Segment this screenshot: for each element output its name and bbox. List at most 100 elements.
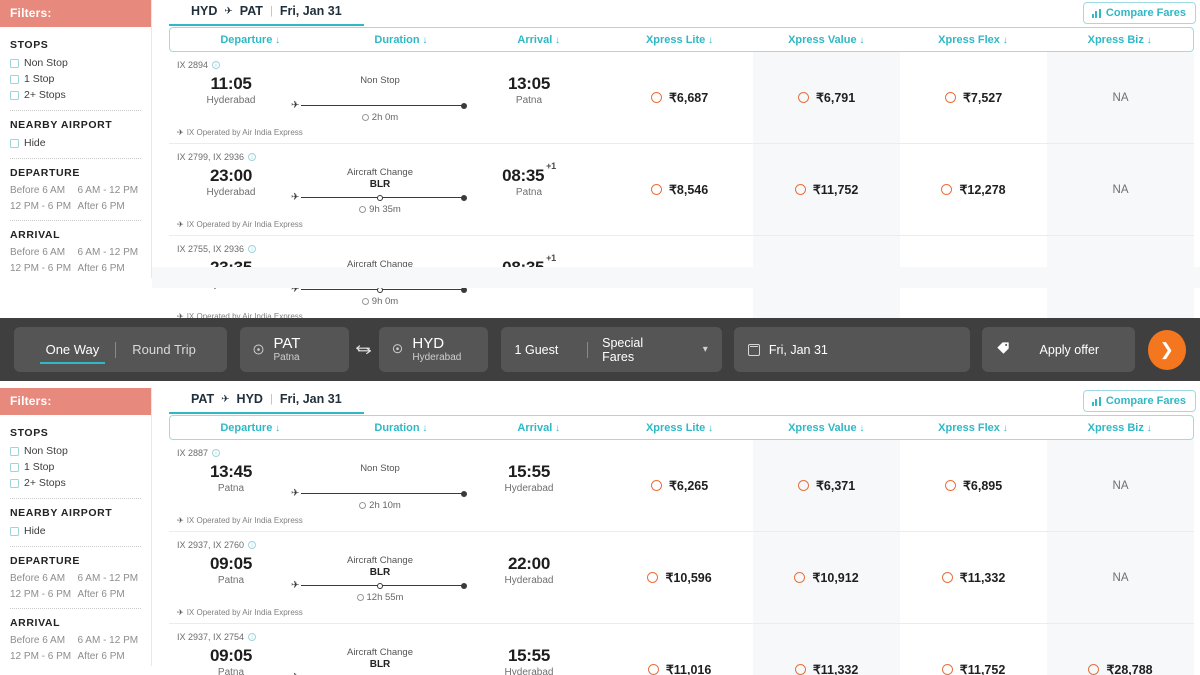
fare-radio-icon[interactable] [651,184,662,195]
fare-cell-3[interactable]: ₹28,788 [1047,624,1194,675]
filter-option-stops-0[interactable]: Non Stop [10,445,141,458]
fare-radio-icon[interactable] [647,572,658,583]
checkbox-icon[interactable] [10,75,19,84]
filter-time-option[interactable]: 12 PM - 6 PM [10,263,74,274]
info-icon[interactable]: i [248,541,256,549]
column-header-duration[interactable]: Duration ↓ [330,422,471,434]
fare-radio-icon[interactable] [651,92,662,103]
destination-field[interactable]: HYD Hyderabad [379,327,487,372]
filter-time-option[interactable]: Before 6 AM [10,635,74,646]
fare-cell-2[interactable]: ₹6,895 [900,440,1047,531]
fare-radio-icon[interactable] [942,664,953,675]
table-row[interactable]: IX 2887i13:45PatnaNon Stop ✈2h 10m15:55H… [169,440,1194,532]
filter-time-option[interactable]: 12 PM - 6 PM [10,201,74,212]
column-header-xpress-flex[interactable]: Xpress Flex ↓ [900,34,1047,46]
checkbox-icon[interactable] [10,463,19,472]
trip-type-round-trip[interactable]: Round Trip [116,342,212,357]
filter-time-option[interactable]: 12 PM - 6 PM [10,651,74,662]
info-icon[interactable]: i [212,449,220,457]
table-row[interactable]: IX 2894i11:05HyderabadNon Stop ✈2h 0m13:… [169,52,1194,144]
fare-cell-2[interactable]: ₹11,752 [900,624,1047,675]
info-icon[interactable]: i [248,153,256,161]
fare-cell-2[interactable]: ₹7,527 [900,52,1047,143]
fare-cell-0[interactable]: ₹6,687 [606,52,753,143]
column-header-xpress-lite[interactable]: Xpress Lite ↓ [606,422,753,434]
origin-field[interactable]: PAT Patna [240,327,348,372]
filter-time-option[interactable]: After 6 PM [78,201,142,212]
swap-button[interactable] [349,327,380,372]
filter-option-stops-1[interactable]: 1 Stop [10,461,141,474]
fare-cell-1[interactable]: ₹11,332 [753,624,900,675]
checkbox-icon[interactable] [10,527,19,536]
column-header-xpress-value[interactable]: Xpress Value ↓ [753,34,900,46]
filter-time-option[interactable]: After 6 PM [78,651,142,662]
fare-radio-icon[interactable] [795,184,806,195]
column-header-arrival[interactable]: Arrival ↓ [471,34,606,46]
search-button[interactable]: ❯ [1148,330,1186,370]
fare-cell-2[interactable]: ₹12,278 [900,144,1047,235]
fare-radio-icon[interactable] [648,664,659,675]
filter-time-option[interactable]: Before 6 AM [10,247,74,258]
checkbox-icon[interactable] [10,59,19,68]
fare-cell-1[interactable]: ₹6,791 [753,52,900,143]
fare-radio-icon[interactable] [945,480,956,491]
filter-time-option[interactable]: Before 6 AM [10,573,74,584]
column-header-departure[interactable]: Departure ↓ [170,34,330,46]
filter-option-nearby-0[interactable]: Hide [10,525,141,538]
compare-fares-button[interactable]: Compare Fares [1083,2,1196,24]
fare-radio-icon[interactable] [1088,664,1099,675]
trip-type-one-way[interactable]: One Way [30,342,116,357]
fare-radio-icon[interactable] [945,92,956,103]
filter-option-stops-2[interactable]: 2+ Stops [10,89,141,102]
column-header-xpress-lite[interactable]: Xpress Lite ↓ [606,34,753,46]
fare-radio-icon[interactable] [795,664,806,675]
special-fares-label[interactable]: Special Fares [602,336,667,364]
checkbox-icon[interactable] [10,479,19,488]
fare-radio-icon[interactable] [941,184,952,195]
route-tab[interactable]: HYD✈PAT|Fri, Jan 31 [169,0,364,26]
filter-option-stops-0[interactable]: Non Stop [10,57,141,70]
info-icon[interactable]: i [248,633,256,641]
filter-option-nearby-0[interactable]: Hide [10,137,141,150]
column-header-arrival[interactable]: Arrival ↓ [471,422,606,434]
checkbox-icon[interactable] [10,139,19,148]
table-row[interactable]: IX 2937, IX 2760i09:05PatnaAircraft Chan… [169,532,1194,624]
guests-and-fares-field[interactable]: 1 Guest Special Fares ▾ [501,327,722,372]
filter-time-option[interactable]: Before 6 AM [10,185,74,196]
filter-time-option[interactable]: After 6 PM [78,589,142,600]
fare-cell-0[interactable]: ₹6,265 [606,440,753,531]
date-field[interactable]: Fri, Jan 31 [734,327,970,372]
info-icon[interactable]: i [212,61,220,69]
fare-radio-icon[interactable] [942,572,953,583]
column-header-duration[interactable]: Duration ↓ [330,34,471,46]
filter-time-option[interactable]: 12 PM - 6 PM [10,589,74,600]
fare-cell-1[interactable]: ₹6,371 [753,440,900,531]
compare-fares-button[interactable]: Compare Fares [1083,390,1196,412]
column-header-departure[interactable]: Departure ↓ [170,422,330,434]
fare-cell-1[interactable]: ₹11,752 [753,144,900,235]
column-header-xpress-flex[interactable]: Xpress Flex ↓ [900,422,1047,434]
route-tab[interactable]: PAT✈HYD|Fri, Jan 31 [169,388,364,414]
fare-cell-0[interactable]: ₹10,596 [606,532,753,623]
chevron-down-icon[interactable]: ▾ [703,344,708,355]
filter-time-option[interactable]: 6 AM - 12 PM [78,573,142,584]
fare-radio-icon[interactable] [798,480,809,491]
filter-time-option[interactable]: After 6 PM [78,263,142,274]
checkbox-icon[interactable] [10,447,19,456]
filter-time-option[interactable]: 6 AM - 12 PM [78,247,142,258]
column-header-xpress-biz[interactable]: Xpress Biz ↓ [1046,422,1193,434]
filter-time-option[interactable]: 6 AM - 12 PM [78,635,142,646]
info-icon[interactable]: i [248,245,256,253]
fare-radio-icon[interactable] [798,92,809,103]
table-row[interactable]: IX 2799, IX 2936i23:00HyderabadAircraft … [169,144,1194,236]
apply-offer-field[interactable]: Apply offer [982,327,1135,372]
filter-option-stops-1[interactable]: 1 Stop [10,73,141,86]
filter-time-option[interactable]: 6 AM - 12 PM [78,185,142,196]
fare-cell-2[interactable]: ₹11,332 [900,532,1047,623]
fare-cell-0[interactable]: ₹11,016 [606,624,753,675]
column-header-xpress-value[interactable]: Xpress Value ↓ [753,422,900,434]
trip-type-toggle[interactable]: One Way Round Trip [14,327,227,372]
fare-radio-icon[interactable] [794,572,805,583]
checkbox-icon[interactable] [10,91,19,100]
column-header-xpress-biz[interactable]: Xpress Biz ↓ [1046,34,1193,46]
